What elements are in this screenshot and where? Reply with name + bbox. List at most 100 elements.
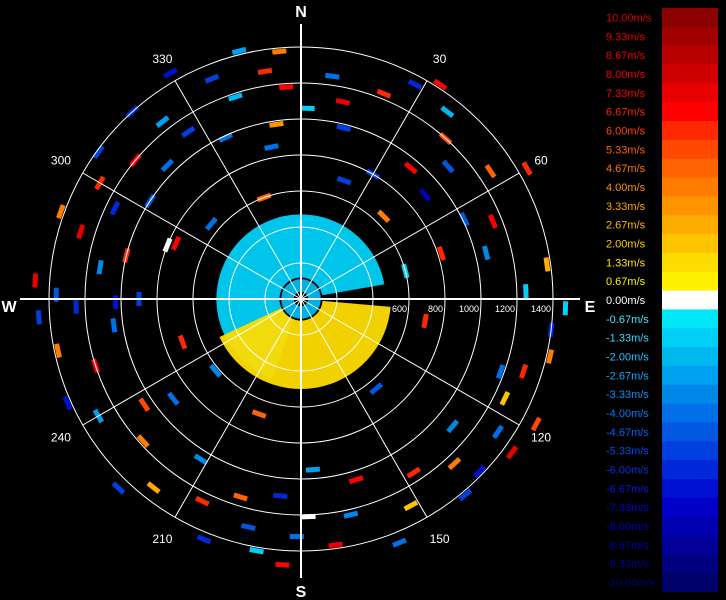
velocity-gate [305,466,321,473]
velocity-gate [421,313,429,329]
legend-label: -7.33m/s [606,502,649,514]
velocity-gate [109,200,121,216]
legend-swatch [662,234,718,254]
legend-label: 8.67m/s [606,50,646,62]
legend-swatch [662,45,718,66]
velocity-gate [264,143,279,151]
legend-label: 4.00m/s [606,182,646,194]
legend-label: 9.33m/s [606,31,646,43]
compass-east-label: E [585,299,596,316]
velocity-gate [76,224,86,240]
velocity-gate [407,78,423,90]
velocity-gate [441,159,455,174]
legend-swatch [662,290,718,310]
velocity-gate [160,158,175,173]
legend-label: -10.00m/s [606,578,655,590]
legend-label: 4.67m/s [606,163,646,175]
velocity-gate [491,424,504,440]
legend-label: -5.33m/s [606,446,649,458]
velocity-gate [487,214,498,229]
velocity-gate [562,301,569,316]
legend-swatch [662,478,718,499]
velocity-gate [181,125,196,138]
velocity-gate [167,391,180,406]
velocity-gate [272,48,287,55]
legend-label: 7.33m/s [606,88,646,100]
velocity-gate [482,245,491,261]
legend-label: -3.33m/s [606,389,649,401]
legend-swatch [662,215,718,235]
velocity-gate [343,510,359,519]
legend-label: -8.67m/s [606,540,649,552]
legend-label: -4.00m/s [606,408,649,420]
velocity-gate [436,245,446,261]
range-label: 1200 [495,304,515,314]
velocity-gate [392,537,407,548]
velocity-gate [96,259,104,275]
legend-label: 6.67m/s [606,107,646,119]
legend-swatch [662,573,718,592]
legend-label: 1.33m/s [606,257,646,269]
velocity-gate [155,115,170,128]
velocity-gate [484,163,497,179]
velocity-gate [146,481,161,494]
legend-swatch [662,158,718,179]
velocity-gate [138,397,151,412]
compass-west-label: W [1,299,17,316]
range-label: 1000 [459,304,479,314]
echo-region-layer [216,214,391,390]
velocity-gate [418,187,432,202]
velocity-gate [447,456,462,471]
compass-north-label: N [295,4,307,21]
range-labels: 600 800 1000 1200 1400 [392,304,551,314]
legend-label: 0.67m/s [606,276,646,288]
legend-swatch [662,441,718,461]
legend-swatch [662,365,718,386]
velocity-gate [279,84,294,91]
azimuth-label: 210 [152,532,172,546]
velocity-gate [170,235,182,251]
azimuth-label: 240 [51,431,71,445]
azimuth-label: 330 [152,52,172,66]
legend-label: 5.33m/s [606,144,646,156]
legend-swatch [662,196,718,216]
legend-label: -1.33m/s [606,333,649,345]
legend-label: -2.00m/s [606,352,649,364]
velocity-gate [204,73,220,84]
velocity-gate [113,295,119,310]
legend-swatch [662,139,718,160]
legend-label: -2.67m/s [606,370,649,382]
legend-label: 2.00m/s [606,238,646,250]
velocity-gate [506,445,519,460]
azimuth-label: 150 [430,532,450,546]
legend-label: 10.00m/s [606,12,652,24]
velocity-gate [521,161,533,176]
range-label: 800 [428,304,443,314]
velocity-gate [499,391,511,406]
legend-swatch [662,26,718,47]
legend-swatch [662,497,718,518]
velocity-gate [519,363,529,379]
legend-swatch [662,516,718,536]
legend-label: -4.67m/s [606,427,649,439]
velocity-gate [73,299,79,314]
velocity-gate [240,522,256,532]
legend-swatch [662,384,718,405]
velocity-gate [523,284,529,299]
velocity-gate [163,67,178,79]
legend-swatch [662,328,718,348]
legend-swatch [662,252,718,273]
velocity-gate [251,409,267,419]
velocity-gate [177,334,188,350]
legend-label: -9.33m/s [606,559,649,571]
legend-swatch [662,309,718,329]
compass-south-label: S [296,584,307,600]
legend-label: -8.00m/s [606,521,649,533]
velocity-gate [300,105,315,112]
legend-swatch [662,460,718,480]
legend-label: 6.00m/s [606,125,646,137]
velocity-gate [275,561,290,568]
legend-swatch [662,102,718,122]
velocity-gate [403,500,419,512]
polar-axes [20,24,580,578]
